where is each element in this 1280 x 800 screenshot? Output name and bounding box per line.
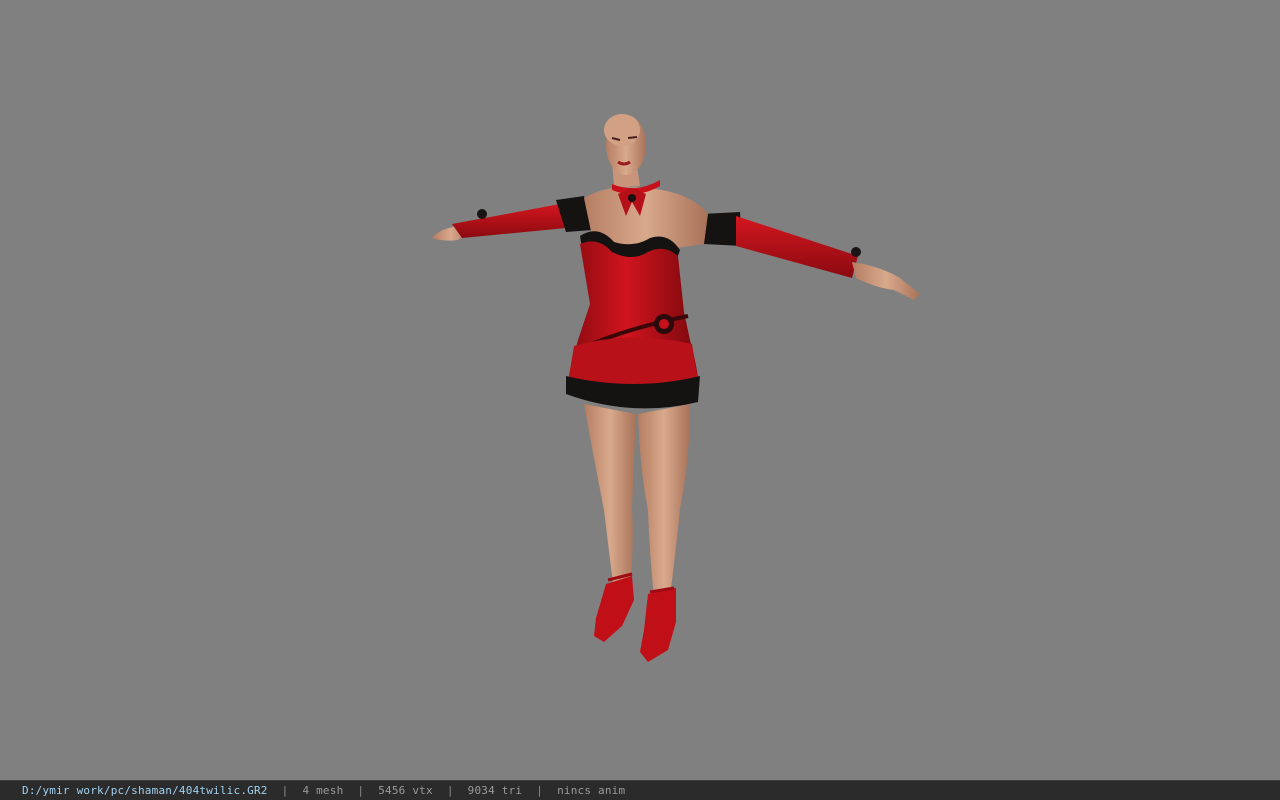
3d-viewport[interactable] [0,0,1280,780]
head [604,114,646,175]
character-model-render [432,114,920,662]
file-path: D:/ymir work/pc/shaman/404twilic.GR2 [22,784,268,797]
separator: | [357,784,365,797]
separator: | [536,784,544,797]
separator: | [281,784,289,797]
legs [584,404,690,596]
skirt [568,337,698,387]
left-arm [432,196,592,241]
vertex-count: 5456 vtx [378,784,433,797]
separator: | [446,784,454,797]
triangle-count: 9034 tri [467,784,523,797]
status-bar: D:/ymir work/pc/shaman/404twilic.GR2 | 4… [0,780,1280,800]
animation-status: nincs anim [557,784,626,797]
mesh-count: 4 mesh [302,784,344,797]
right-arm [702,212,920,300]
